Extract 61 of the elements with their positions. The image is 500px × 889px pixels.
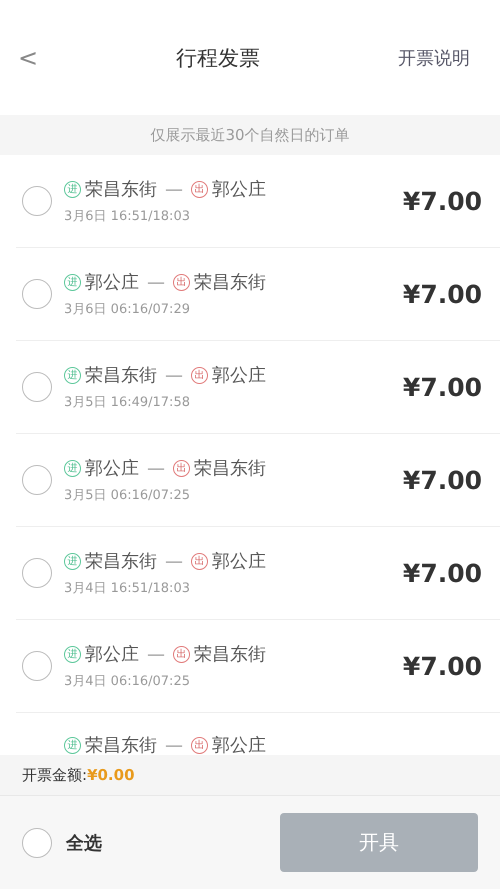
station-name: 荣昌东街 bbox=[85, 178, 157, 201]
station-mark-icon: 进 bbox=[64, 646, 81, 662]
station-mark-icon: 出 bbox=[173, 274, 190, 290]
route-dash: — bbox=[165, 178, 183, 200]
station-name: 荣昌东街 bbox=[194, 643, 266, 666]
order-checkbox[interactable] bbox=[22, 279, 52, 309]
trip-price: ¥7.00 bbox=[402, 372, 482, 402]
station-mark-icon: 出 bbox=[173, 646, 190, 662]
trip-time: 3月5日 06:16/07:25 bbox=[64, 487, 191, 504]
station-mark-icon: 进 bbox=[64, 366, 81, 384]
notice-text: 仅展示最近30个自然日的订单 bbox=[150, 126, 350, 144]
station-mark-icon: 出 bbox=[191, 366, 208, 384]
select-all-checkbox[interactable] bbox=[22, 828, 52, 858]
station-name: 荣昌东街 bbox=[85, 734, 157, 755]
trip-price: ¥7.00 bbox=[402, 280, 482, 308]
trip-price: ¥7.00 bbox=[402, 186, 482, 216]
route-dash: — bbox=[147, 644, 165, 664]
station-mark-icon: 出 bbox=[191, 180, 208, 198]
station-name: 荣昌东街 bbox=[194, 271, 266, 294]
route-dash: — bbox=[147, 458, 165, 478]
station-mark-icon: 出 bbox=[191, 736, 208, 754]
route-dash: — bbox=[165, 364, 183, 386]
route-dash: — bbox=[165, 734, 183, 755]
trip-price: ¥7.00 bbox=[402, 466, 482, 494]
station-name: 郭公庄 bbox=[85, 643, 139, 666]
station-mark-icon: 进 bbox=[64, 180, 81, 198]
trip-time: 3月5日 16:49/17:58 bbox=[64, 394, 191, 411]
station-name: 郭公庄 bbox=[212, 178, 266, 201]
order-checkbox[interactable] bbox=[22, 465, 52, 495]
route-dash: — bbox=[165, 550, 183, 572]
trip-price: ¥7.00 bbox=[402, 558, 482, 588]
station-mark-icon: 进 bbox=[64, 736, 81, 754]
back-button[interactable]: < bbox=[18, 44, 38, 72]
order-checkbox[interactable] bbox=[22, 372, 52, 402]
total-amount: ¥0.00 bbox=[87, 766, 135, 784]
station-name: 荣昌东街 bbox=[85, 550, 157, 573]
trip-time: 3月6日 06:16/07:29 bbox=[64, 301, 191, 318]
station-mark-icon: 进 bbox=[64, 274, 81, 290]
station-name: 荣昌东街 bbox=[85, 364, 157, 387]
invoice-info-link[interactable]: 开票说明 bbox=[398, 46, 470, 70]
page-title: 行程发票 bbox=[175, 44, 261, 72]
station-mark-icon: 进 bbox=[64, 460, 81, 476]
order-checkbox[interactable] bbox=[22, 186, 52, 216]
select-all-label: 全选 bbox=[66, 832, 102, 854]
trip-price: ¥7.00 bbox=[402, 652, 482, 680]
station-name: 郭公庄 bbox=[212, 550, 266, 573]
station-mark-icon: 出 bbox=[173, 460, 190, 476]
trip-time: 3月4日 06:16/07:25 bbox=[64, 673, 191, 690]
total-label: 开票金额: bbox=[22, 766, 88, 784]
station-mark-icon: 进 bbox=[64, 552, 81, 570]
route-dash: — bbox=[147, 272, 165, 292]
order-checkbox[interactable] bbox=[22, 651, 52, 681]
trip-time: 3月4日 16:51/18:03 bbox=[64, 580, 191, 597]
station-name: 荣昌东街 bbox=[194, 457, 266, 480]
station-name: 郭公庄 bbox=[85, 457, 139, 480]
station-name: 郭公庄 bbox=[85, 271, 139, 294]
order-checkbox[interactable] bbox=[22, 558, 52, 588]
station-name: 郭公庄 bbox=[212, 364, 266, 387]
trip-time: 3月6日 16:51/18:03 bbox=[64, 208, 191, 225]
station-mark-icon: 出 bbox=[191, 552, 208, 570]
station-name: 郭公庄 bbox=[212, 734, 266, 755]
